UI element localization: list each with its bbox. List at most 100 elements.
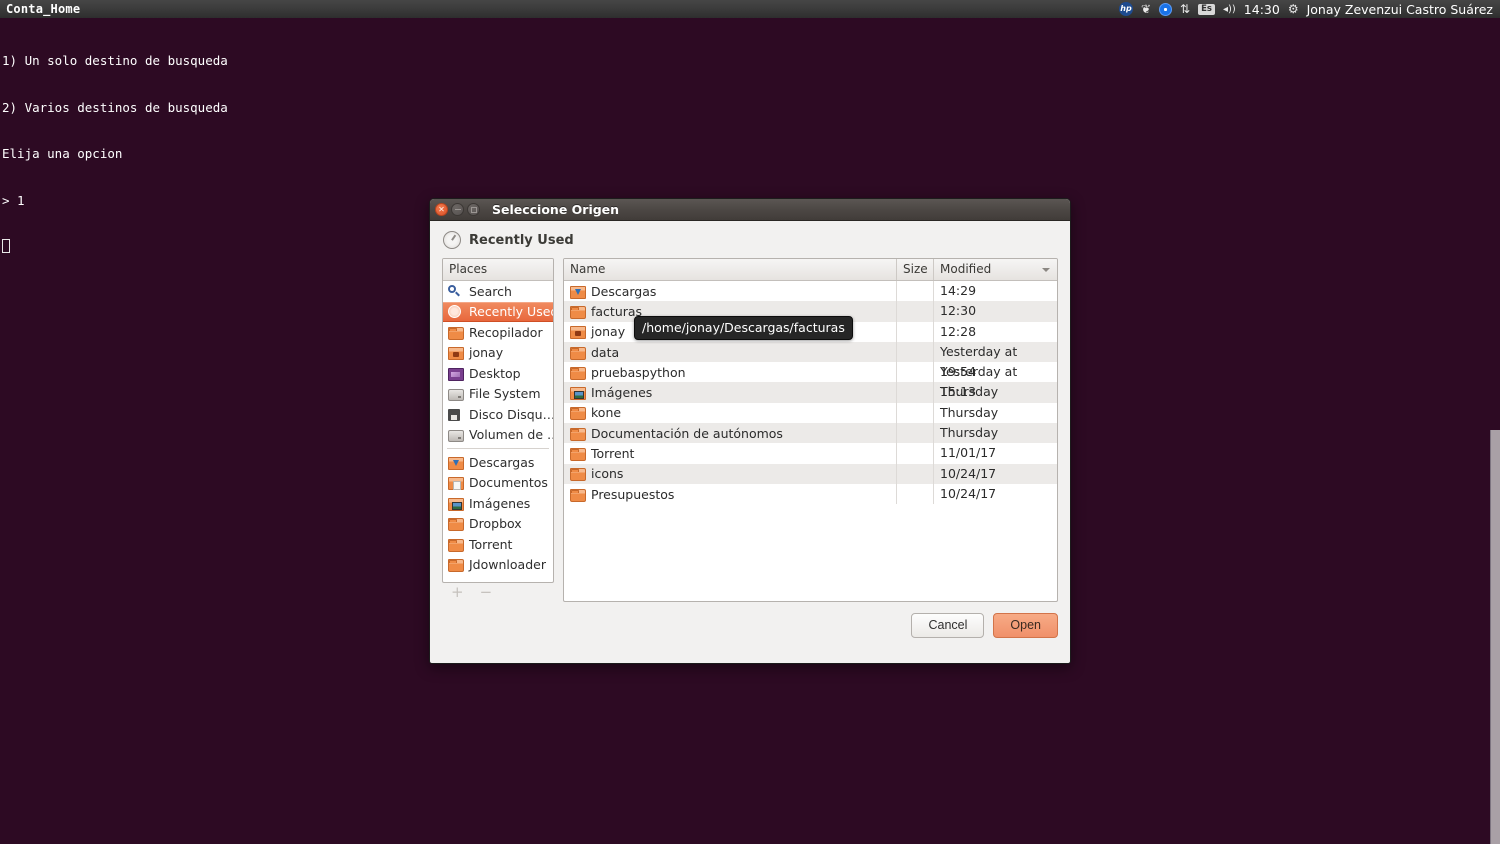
search-icon xyxy=(448,284,464,299)
file-name-label: Descargas xyxy=(591,283,657,299)
sidebar-item-jdownloader[interactable]: Jdownloader xyxy=(443,555,553,576)
panel-app-title[interactable]: Conta_Home xyxy=(6,2,80,16)
terminal-cursor xyxy=(2,239,10,253)
search-icon-shape xyxy=(448,284,461,298)
minimize-icon[interactable] xyxy=(451,203,464,216)
home-folder-icon xyxy=(448,345,464,361)
unity-top-panel: Conta_Home hp ❦ ⇅ Es ◂)) 14:30 ⚙ Jonay Z… xyxy=(0,0,1500,18)
table-row[interactable]: kone Thursday xyxy=(564,402,1057,424)
location-label: Recently Used xyxy=(469,232,574,248)
folder-icon xyxy=(570,304,586,319)
file-modified-cell: 12:28 xyxy=(933,321,1057,342)
sidebar-item-torrent[interactable]: Torrent xyxy=(443,534,553,555)
file-size-cell xyxy=(896,301,933,322)
sidebar-item-label: Volumen de … xyxy=(469,427,554,443)
folder-icon-shape xyxy=(570,488,586,502)
file-size-cell xyxy=(896,423,933,444)
sidebar-item-recopilador[interactable]: Recopilador xyxy=(443,322,553,343)
open-button[interactable]: Open xyxy=(993,613,1058,638)
table-row[interactable]: Presupuestos 10/24/17 xyxy=(564,483,1057,505)
table-row[interactable]: pruebaspython Yesterday at 15:13 xyxy=(564,362,1057,399)
sidebar-item-desktop[interactable]: Desktop xyxy=(443,363,553,384)
table-row[interactable]: icons 10/24/17 xyxy=(564,463,1057,484)
places-pane: Places Search Recently Used Recopilador jon… xyxy=(442,258,554,602)
drive-icon-shape xyxy=(448,389,464,402)
sidebar-item-disco-disqu[interactable]: Disco Disqu… xyxy=(443,404,553,425)
table-row[interactable]: Imágenes Thursday xyxy=(564,382,1057,403)
folder-icon xyxy=(570,466,586,482)
folder-icon-shape xyxy=(448,559,464,573)
file-size-cell xyxy=(896,382,933,403)
sidebar-item-label: Recopilador xyxy=(469,324,543,340)
location-bar: Recently Used xyxy=(430,221,1070,258)
table-row[interactable]: Documentación de autónomos Thursday xyxy=(564,423,1057,444)
folder-icon xyxy=(448,537,464,552)
file-name-cell: kone xyxy=(564,405,896,421)
folder-icon xyxy=(570,446,586,462)
chrome-icon[interactable] xyxy=(1159,2,1173,16)
desktop-icon xyxy=(448,366,464,381)
terminal-scrollbar[interactable] xyxy=(1489,18,1500,844)
sidebar-item-search[interactable]: Search xyxy=(443,281,553,302)
network-icon[interactable]: ⇅ xyxy=(1180,2,1190,16)
file-name-label: Torrent xyxy=(591,446,635,462)
terminal-scrollbar-thumb[interactable] xyxy=(1490,430,1500,844)
file-modified-cell: Thursday xyxy=(933,402,1057,424)
user-menu[interactable]: Jonay Zevenzui Castro Suárez xyxy=(1307,2,1493,17)
file-list-header: Name Size Modified xyxy=(564,259,1057,281)
folder-icon-shape xyxy=(448,518,464,532)
terminal-line: 2) Varios destinos de busqueda xyxy=(2,99,228,115)
folder-icon-shape xyxy=(570,346,586,360)
sidebar-item-documentos[interactable]: Documentos xyxy=(443,473,553,494)
sidebar-item-label: Desktop xyxy=(469,365,521,381)
recent-clock-icon xyxy=(448,304,464,319)
add-place-button[interactable]: + xyxy=(451,585,464,600)
volume-icon[interactable]: ◂)) xyxy=(1223,4,1236,15)
sidebar-item-im-genes[interactable]: Imágenes xyxy=(443,493,553,514)
sidebar-item-label: Torrent xyxy=(469,536,513,552)
drive-icon-shape xyxy=(448,430,464,443)
file-name-label: kone xyxy=(591,405,622,421)
column-header-modified[interactable]: Modified xyxy=(933,259,1057,280)
dialog-titlebar[interactable]: ✕ Seleccione Origen xyxy=(430,199,1070,221)
table-row[interactable]: Torrent 11/01/17 xyxy=(564,443,1057,464)
sidebar-item-volumen-de[interactable]: Volumen de … xyxy=(443,425,553,446)
file-name-label: pruebaspython xyxy=(591,364,686,380)
gear-icon[interactable]: ⚙ xyxy=(1288,2,1299,16)
file-size-cell xyxy=(896,443,933,464)
sidebar-item-label: Disco Disqu… xyxy=(469,406,554,422)
close-icon[interactable]: ✕ xyxy=(435,203,448,216)
folder-icon-shape xyxy=(570,448,586,462)
file-name-cell: data xyxy=(564,345,896,360)
file-list-pane[interactable]: Name Size Modified Descargas 14:29 factura… xyxy=(563,258,1058,602)
cancel-button[interactable]: Cancel xyxy=(911,613,985,638)
file-name-cell: Descargas xyxy=(564,284,896,299)
file-modified-cell: 11/01/17 xyxy=(933,443,1057,464)
folder-icon xyxy=(570,405,586,421)
file-name-cell: Documentación de autónomos xyxy=(564,426,896,441)
column-header-size[interactable]: Size xyxy=(896,259,933,280)
downloads-folder-icon-shape xyxy=(448,456,464,470)
file-name-cell: Torrent xyxy=(564,446,896,462)
places-list[interactable]: Places Search Recently Used Recopilador jon… xyxy=(442,258,554,583)
file-name-label: jonay xyxy=(591,324,626,340)
clock[interactable]: 14:30 xyxy=(1244,2,1280,17)
sidebar-item-file-system[interactable]: File System xyxy=(443,384,553,405)
keyboard-layout-indicator[interactable]: Es xyxy=(1198,3,1215,15)
table-row[interactable]: data Yesterday at 19:54 xyxy=(564,341,1057,379)
table-row[interactable]: Descargas 14:29 xyxy=(564,281,1057,302)
system-tray: hp ❦ ⇅ Es ◂)) 14:30 ⚙ Jonay Zevenzui Cas… xyxy=(1118,2,1500,17)
hp-icon[interactable]: hp xyxy=(1118,2,1133,16)
sidebar-item-recently-used[interactable]: Recently Used xyxy=(443,301,553,322)
folder-icon xyxy=(570,345,586,360)
dropbox-icon[interactable]: ❦ xyxy=(1141,2,1151,16)
file-chooser-dialog: ✕ Seleccione Origen Recently Used Places… xyxy=(429,198,1071,664)
column-header-name[interactable]: Name xyxy=(564,259,896,280)
sidebar-item-dropbox[interactable]: Dropbox xyxy=(443,514,553,535)
maximize-icon[interactable] xyxy=(467,203,480,216)
sidebar-item-jonay[interactable]: jonay xyxy=(443,343,553,364)
floppy-icon-shape xyxy=(448,408,460,421)
remove-place-button[interactable]: − xyxy=(480,585,493,600)
sidebar-item-descargas[interactable]: Descargas xyxy=(443,452,553,473)
sidebar-item-label: File System xyxy=(469,386,541,402)
